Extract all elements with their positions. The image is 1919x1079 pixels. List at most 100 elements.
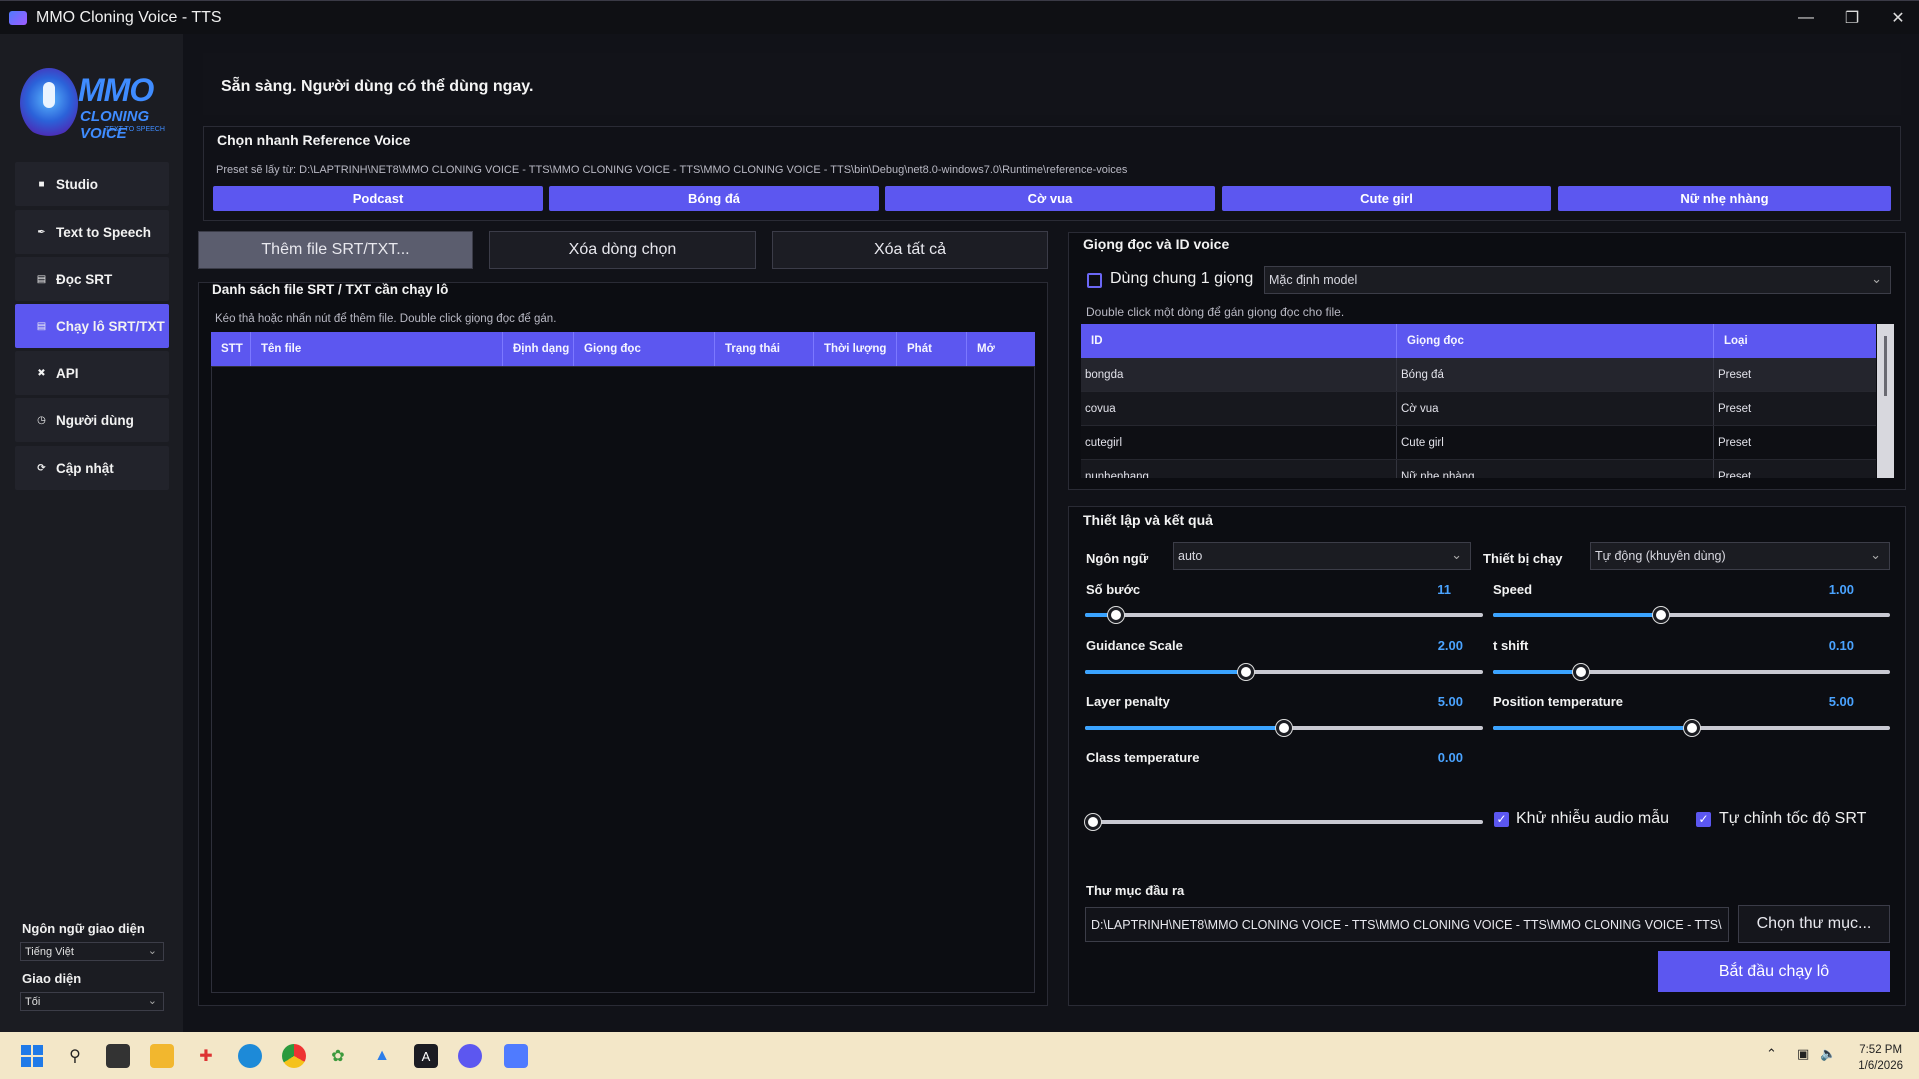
sidebar-item-batch[interactable]: ▤ Chạy lô SRT/TXT xyxy=(15,304,169,348)
preset-cutegirl-button[interactable]: Cute girl xyxy=(1222,186,1551,211)
logo-tagline: TEXT TO SPEECH xyxy=(105,126,165,133)
refresh-icon: ⟳ xyxy=(37,462,46,474)
preset-covua-button[interactable]: Cờ vua xyxy=(885,186,1215,211)
file-table-body[interactable] xyxy=(211,366,1035,993)
close-icon[interactable]: ✕ xyxy=(1875,1,1919,35)
position-temp-label: Position temperature xyxy=(1493,694,1624,709)
search-icon[interactable]: ⚲ xyxy=(63,1044,87,1068)
theme-select[interactable]: Tối ⌄ xyxy=(20,992,164,1011)
tshift-label: t shift xyxy=(1493,638,1529,653)
preset-podcast-button[interactable]: Podcast xyxy=(213,186,543,211)
steps-label: Số bước xyxy=(1086,582,1141,597)
volume-icon[interactable]: 🔈 xyxy=(1820,1046,1836,1062)
col-open: Mở xyxy=(977,343,995,355)
file-list-hint: Kéo thả hoặc nhấn nút để thêm file. Doub… xyxy=(215,313,557,325)
clock-time: 7:52 PM xyxy=(1859,1044,1903,1056)
denoise-label: Khử nhiễu audio mẫu xyxy=(1516,810,1670,827)
app-a-icon[interactable]: ▲ xyxy=(370,1044,394,1068)
choose-folder-button[interactable]: Chọn thư mục... xyxy=(1738,905,1890,943)
batch-icon: ▤ xyxy=(36,320,47,332)
app-dark-icon[interactable]: A xyxy=(414,1044,438,1068)
slider-thumb[interactable] xyxy=(1683,720,1700,736)
output-label: Thư mục đầu ra xyxy=(1086,883,1185,898)
sidebar-item-api[interactable]: ✖ API xyxy=(15,351,169,395)
edge-icon[interactable] xyxy=(238,1044,262,1068)
col-id: ID xyxy=(1081,324,1397,358)
output-path-value: D:\LAPTRINH\NET8\MMO CLONING VOICE - TTS… xyxy=(1091,917,1722,932)
device-select[interactable]: Tự động (khuyên dùng) ⌄ xyxy=(1590,542,1890,570)
slider-thumb[interactable] xyxy=(1653,607,1670,623)
slider-thumb[interactable] xyxy=(1276,720,1292,736)
sidebar-item-doc-srt[interactable]: ▤ Đọc SRT xyxy=(15,257,169,301)
slider-thumb[interactable] xyxy=(1085,814,1101,830)
task-view-icon[interactable] xyxy=(106,1044,130,1068)
voice-type: Preset xyxy=(1718,402,1752,415)
voice-row[interactable]: covua Cờ vua Preset xyxy=(1081,392,1876,426)
shared-voice-checkbox[interactable] xyxy=(1087,273,1102,288)
file-list-title: Danh sách file SRT / TXT cần chạy lô xyxy=(212,282,449,297)
taskbar: ⚲ ✚ ✿ ▲ A ⌃ ▣ 🔈 7:52 PM 1/6/2026 xyxy=(0,1032,1919,1079)
output-path-input[interactable]: D:\LAPTRINH\NET8\MMO CLONING VOICE - TTS… xyxy=(1085,907,1729,942)
language-select[interactable]: auto ⌄ xyxy=(1173,542,1471,570)
preset-nunhenhang-button[interactable]: Nữ nhẹ nhàng xyxy=(1558,186,1891,211)
scrollbar-thumb[interactable] xyxy=(1884,336,1887,396)
tshift-slider[interactable] xyxy=(1493,664,1890,680)
ui-language-select[interactable]: Tiếng Việt ⌄ xyxy=(20,942,164,961)
position-temp-value: 5.00 xyxy=(1828,694,1854,709)
class-temp-slider[interactable] xyxy=(1085,814,1483,830)
voice-table-scrollbar[interactable] xyxy=(1877,324,1894,478)
remove-selected-button[interactable]: Xóa dòng chọn xyxy=(489,231,756,269)
network-icon[interactable]: ▣ xyxy=(1797,1046,1809,1062)
add-file-button[interactable]: Thêm file SRT/TXT... xyxy=(198,231,473,269)
position-temp-slider[interactable] xyxy=(1493,720,1890,736)
sidebar-item-update[interactable]: ⟳ Cập nhật xyxy=(15,446,169,490)
minimize-icon[interactable]: — xyxy=(1783,1,1829,35)
layer-penalty-slider[interactable] xyxy=(1085,720,1483,736)
voice-row[interactable]: nunhenhang Nữ nhẹ nhàng Preset xyxy=(1081,460,1876,478)
voice-name: Cute girl xyxy=(1397,426,1714,459)
sidebar-item-text-to-speech[interactable]: ✒ Text to Speech xyxy=(15,210,169,254)
file-explorer-icon[interactable] xyxy=(150,1044,174,1068)
preset-bongda-button[interactable]: Bóng đá xyxy=(549,186,879,211)
voice-row[interactable]: cutegirl Cute girl Preset xyxy=(1081,426,1876,460)
sidebar-item-label: Người dùng xyxy=(56,412,134,428)
col-voice: Giọng đọc xyxy=(574,332,715,366)
auto-speed-checkbox[interactable]: ✓ xyxy=(1696,812,1711,827)
language-label: Ngôn ngữ xyxy=(1086,551,1149,566)
device-label: Thiết bị chạy xyxy=(1483,551,1563,566)
clock-date: 1/6/2026 xyxy=(1858,1060,1903,1072)
language-value: auto xyxy=(1178,549,1203,563)
sidebar-item-users[interactable]: ◷ Người dùng xyxy=(15,398,169,442)
snipping-tool-icon[interactable]: ✚ xyxy=(194,1044,218,1068)
guidance-slider[interactable] xyxy=(1085,664,1483,680)
col-filename: Tên file xyxy=(251,332,503,366)
restore-icon[interactable]: ❐ xyxy=(1829,1,1875,35)
slider-thumb[interactable] xyxy=(1573,664,1589,680)
api-icon: ✖ xyxy=(37,367,46,379)
sidebar-item-studio[interactable]: ■ Studio xyxy=(15,162,169,206)
speed-slider[interactable] xyxy=(1493,607,1890,623)
shared-voice-label: Dùng chung 1 giọng xyxy=(1110,270,1254,287)
slider-thumb[interactable] xyxy=(1107,607,1124,623)
voice-row[interactable]: bongda Bóng đá Preset xyxy=(1081,358,1876,392)
status-text: Sẵn sàng. Người dùng có thể dùng ngay. xyxy=(221,78,534,95)
chrome-icon[interactable] xyxy=(282,1044,306,1068)
windows-start-icon[interactable] xyxy=(20,1044,44,1068)
chevron-up-icon[interactable]: ⌃ xyxy=(1766,1046,1777,1062)
steps-slider[interactable] xyxy=(1085,607,1483,623)
voice-name: Nữ nhẹ nhàng xyxy=(1397,460,1714,478)
remove-all-button[interactable]: Xóa tất cả xyxy=(772,231,1048,269)
clock[interactable]: 7:52 PM 1/6/2026 xyxy=(1858,1042,1903,1074)
sidebar-item-label: Chạy lô SRT/TXT xyxy=(56,318,165,334)
start-batch-button[interactable]: Bắt đầu chạy lô xyxy=(1658,951,1890,992)
denoise-checkbox[interactable]: ✓ xyxy=(1494,812,1509,827)
chevron-down-icon: ⌄ xyxy=(1871,271,1882,286)
model-select[interactable]: Mặc định model ⌄ xyxy=(1264,266,1891,294)
logo-brand: MMO xyxy=(78,72,154,108)
chevron-down-icon: ⌄ xyxy=(1451,547,1462,562)
coccoc-icon[interactable]: ✿ xyxy=(326,1044,350,1068)
voice-name: Cờ vua xyxy=(1397,392,1714,425)
mmo-app-icon[interactable] xyxy=(504,1044,528,1068)
app-chat-icon[interactable] xyxy=(458,1044,482,1068)
slider-thumb[interactable] xyxy=(1237,664,1254,680)
